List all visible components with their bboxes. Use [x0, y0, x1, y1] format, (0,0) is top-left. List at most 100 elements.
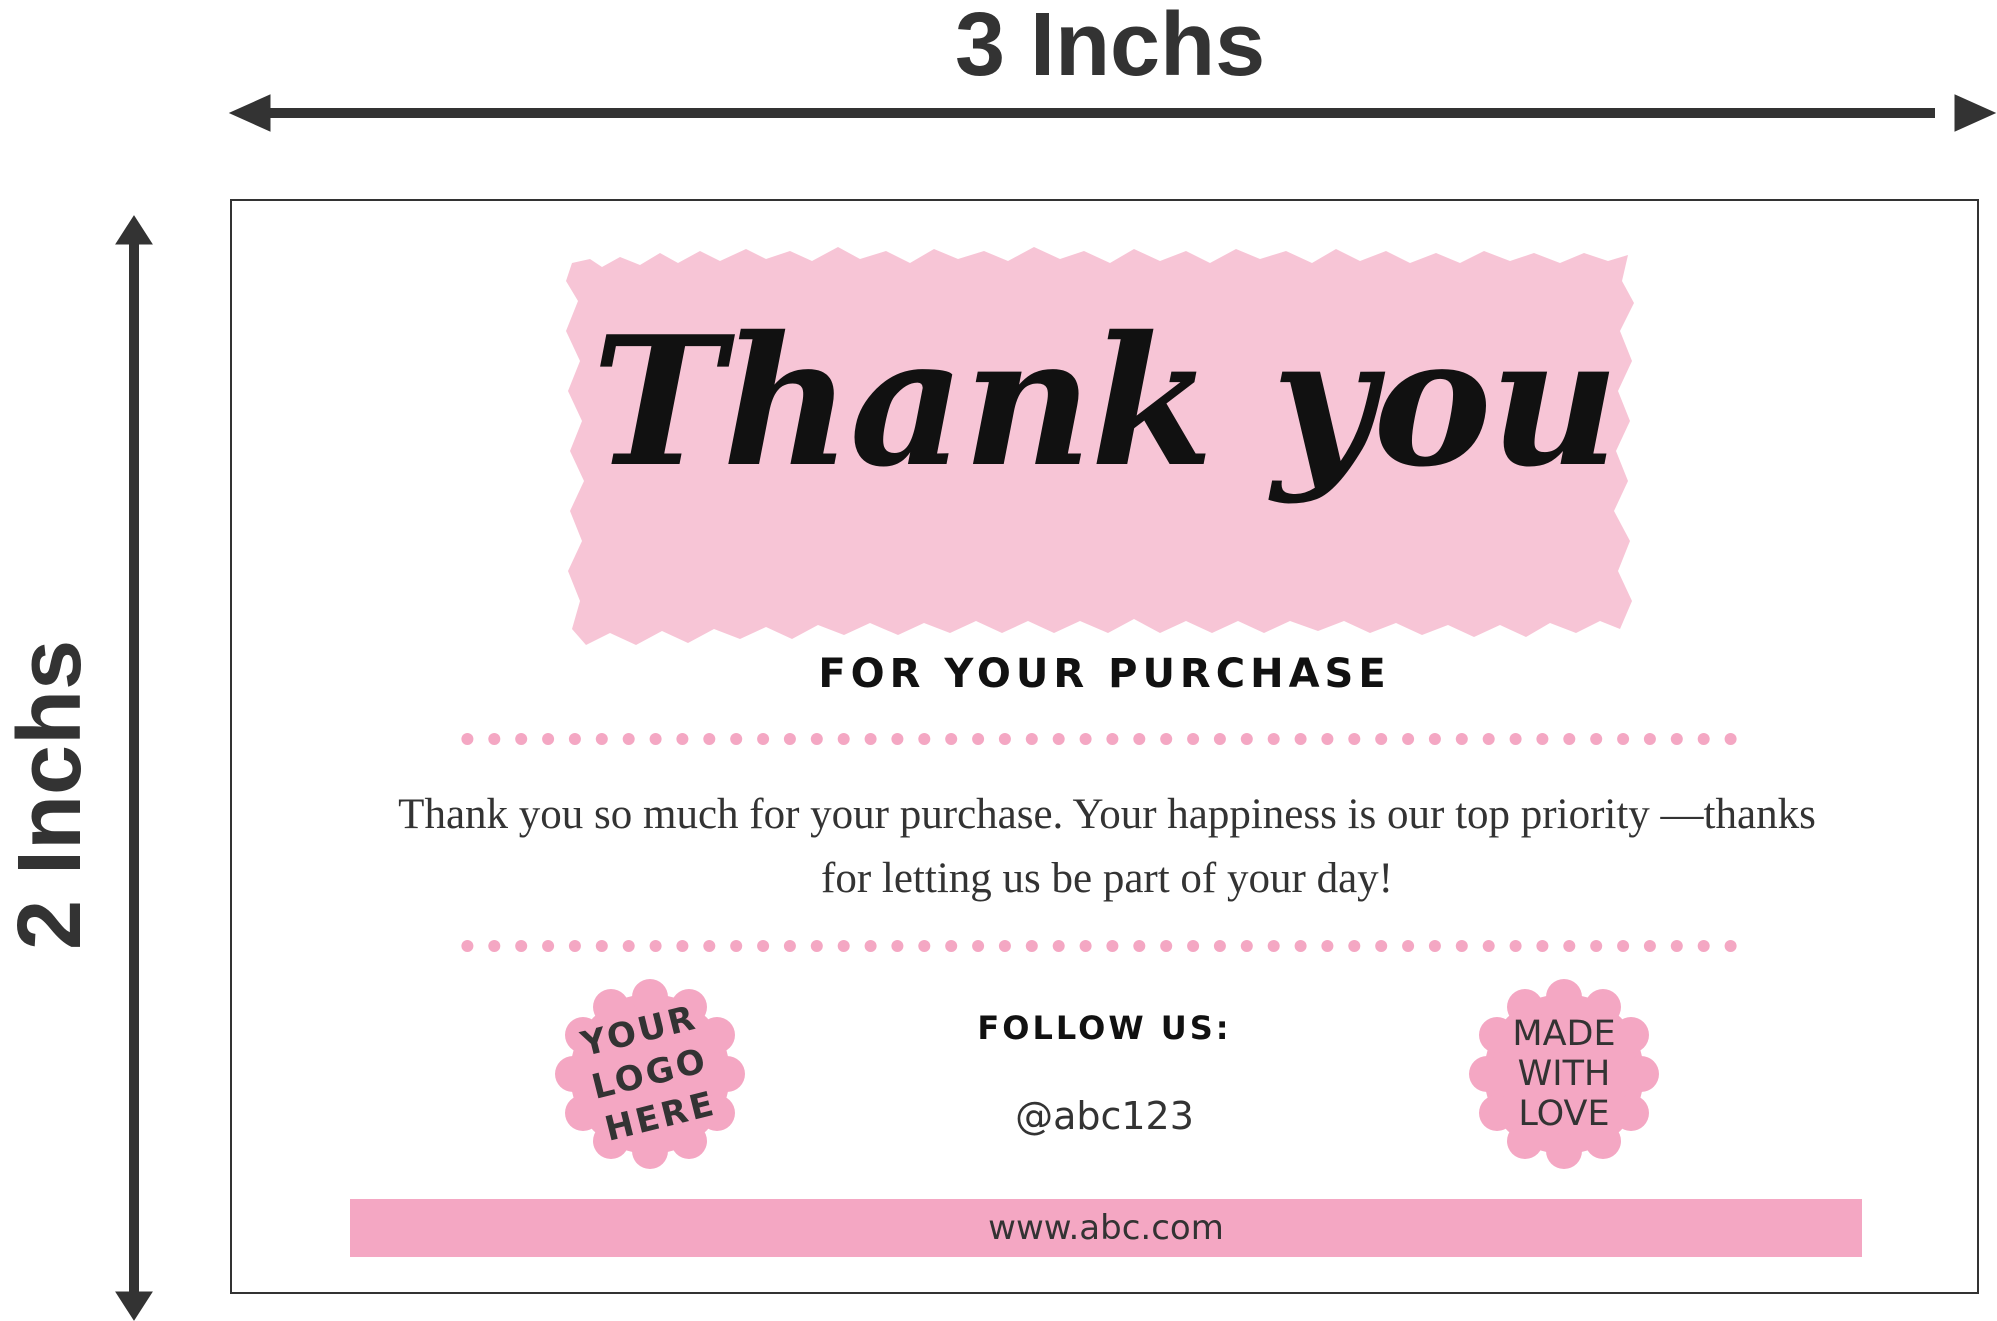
divider-dot: [676, 733, 689, 745]
divider-dot: [1643, 940, 1656, 952]
divider-dot: [1240, 940, 1253, 952]
divider-dot: [488, 733, 501, 745]
divider-dot: [1563, 940, 1576, 952]
divider-dot: [703, 940, 716, 952]
divider-dot: [649, 940, 662, 952]
divider-dot: [998, 940, 1011, 952]
website-footer-bar: www.abc.com: [350, 1199, 1862, 1257]
divider-dot: [1402, 733, 1415, 745]
divider-dot: [542, 733, 555, 745]
divider-dot: [837, 940, 850, 952]
divider-dot: [1670, 733, 1683, 745]
divider-dot: [810, 940, 823, 952]
made-badge-line3: LOVE: [1518, 1094, 1610, 1134]
divider-dot: [1052, 940, 1065, 952]
divider-dot: [891, 733, 904, 745]
divider-dot: [1482, 733, 1495, 745]
divider-dot: [891, 940, 904, 952]
divider-dot: [998, 733, 1011, 745]
divider-dot: [1375, 733, 1388, 745]
divider-dot: [461, 733, 474, 745]
for-your-purchase-subheadline: FOR YOUR PURCHASE: [818, 651, 1391, 697]
divider-dot: [1455, 940, 1468, 952]
made-badge-line1: MADE: [1512, 1014, 1616, 1054]
divider-dot: [703, 733, 716, 745]
height-arrow-icon: [115, 215, 153, 1321]
divider-dot: [972, 940, 985, 952]
made-with-love-badge: MADE WITH LOVE: [1469, 979, 1659, 1169]
divider-dot: [945, 733, 958, 745]
divider-dot: [1160, 733, 1173, 745]
divider-dot: [1670, 940, 1683, 952]
divider-dot: [595, 940, 608, 952]
made-badge-text: MADE WITH LOVE: [1469, 979, 1659, 1169]
divider-dot: [542, 940, 555, 952]
divider-dot: [1321, 733, 1334, 745]
divider-dot: [1267, 940, 1280, 952]
divider-dot: [1697, 733, 1710, 745]
divider-dot: [515, 733, 528, 745]
divider-dot: [1617, 940, 1630, 952]
divider-dot: [461, 940, 474, 952]
divider-dot: [1321, 940, 1334, 952]
divider-dot: [1240, 733, 1253, 745]
divider-dot: [1590, 733, 1603, 745]
divider-dot: [622, 733, 635, 745]
divider-dot: [1213, 733, 1226, 745]
website-url: www.abc.com: [988, 1208, 1224, 1248]
divider-dot: [1187, 940, 1200, 952]
divider-dot: [1509, 733, 1522, 745]
height-dimension-label: 2 Inchs: [0, 639, 100, 950]
divider-dot: [1375, 940, 1388, 952]
divider-dot: [1482, 940, 1495, 952]
divider-dot: [810, 733, 823, 745]
divider-dot: [1079, 733, 1092, 745]
divider-dot: [757, 940, 770, 952]
divider-dot: [622, 940, 635, 952]
divider-dot: [864, 733, 877, 745]
made-badge-line2: WITH: [1517, 1054, 1611, 1094]
dotted-divider-bottom: [461, 940, 1737, 952]
divider-dot: [1160, 940, 1173, 952]
divider-dot: [1617, 733, 1630, 745]
follow-us-title: FOLLOW US:: [977, 1009, 1232, 1047]
divider-dot: [1052, 733, 1065, 745]
divider-dot: [1133, 940, 1146, 952]
divider-dot: [757, 733, 770, 745]
divider-dot: [1643, 733, 1656, 745]
divider-dot: [864, 940, 877, 952]
divider-dot: [1724, 733, 1737, 745]
divider-dot: [595, 733, 608, 745]
divider-dot: [1133, 733, 1146, 745]
divider-dot: [1536, 940, 1549, 952]
divider-dot: [1267, 733, 1280, 745]
divider-dot: [1402, 940, 1415, 952]
divider-dot: [1187, 733, 1200, 745]
divider-dot: [488, 940, 501, 952]
divider-dot: [1025, 940, 1038, 952]
divider-dot: [1563, 733, 1576, 745]
divider-dot: [1294, 940, 1307, 952]
divider-dot: [972, 733, 985, 745]
divider-dot: [1509, 940, 1522, 952]
divider-dot: [1025, 733, 1038, 745]
divider-dot: [1213, 940, 1226, 952]
divider-dot: [1590, 940, 1603, 952]
divider-dot: [1348, 733, 1361, 745]
thank-you-card: Thank you FOR YOUR PURCHASE Thank you so…: [230, 199, 1979, 1294]
logo-placeholder-badge: YOUR LOGO HERE: [555, 979, 745, 1169]
divider-dot: [568, 940, 581, 952]
divider-dot: [1428, 733, 1441, 745]
divider-dot: [1348, 940, 1361, 952]
divider-dot: [783, 940, 796, 952]
divider-dot: [837, 733, 850, 745]
divider-dot: [676, 940, 689, 952]
divider-dot: [1294, 733, 1307, 745]
dotted-divider-top: [461, 733, 1737, 745]
social-handle: @abc123: [1015, 1094, 1194, 1138]
divider-dot: [1697, 940, 1710, 952]
divider-dot: [730, 940, 743, 952]
divider-dot: [945, 940, 958, 952]
divider-dot: [568, 733, 581, 745]
divider-dot: [1428, 940, 1441, 952]
